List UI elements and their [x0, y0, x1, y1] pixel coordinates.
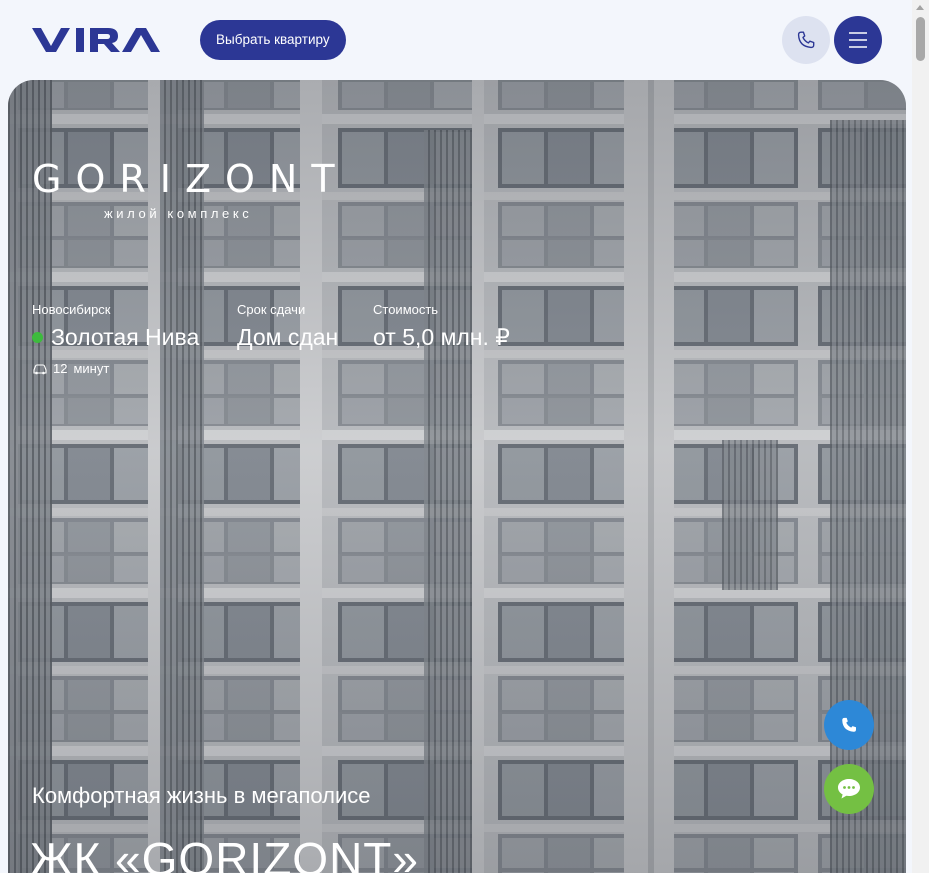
travel-time: 12 минут — [32, 361, 199, 376]
page-scrollbar[interactable] — [912, 0, 929, 873]
travel-time-unit: минут — [73, 361, 110, 376]
hero-banner: GORIZONT жилой комплекс Новосибирск Золо… — [8, 80, 906, 873]
scrollbar-thumb[interactable] — [916, 17, 925, 61]
gorizont-logo-wordmark: GORIZONT — [32, 158, 349, 198]
fact-label: Новосибирск — [32, 302, 111, 317]
hero-tagline: Комфортная жизнь в мегаполисе — [32, 783, 371, 808]
site-header: Выбрать квартиру — [0, 0, 912, 80]
hero-title: ЖК «GORIZONT» — [30, 833, 419, 873]
chat-icon — [838, 779, 860, 799]
gorizont-logo: GORIZONT — [32, 157, 352, 202]
hamburger-icon — [849, 32, 867, 48]
fact-completion: Срок сдачи Дом сдан — [237, 302, 338, 351]
phone-icon — [797, 31, 815, 49]
fact-price: Стоимость от 5,0 млн. ₽ — [373, 302, 510, 351]
metro-dot-icon — [32, 332, 43, 343]
car-icon — [33, 363, 47, 374]
callback-widget-button[interactable] — [824, 700, 874, 750]
fact-label: Стоимость — [373, 302, 439, 317]
phone-icon — [842, 717, 856, 732]
scroll-up-arrow-icon[interactable] — [916, 5, 924, 10]
fact-value: Золотая Нива — [32, 324, 199, 351]
phone-button[interactable] — [782, 16, 830, 64]
metro-station-name: Золотая Нива — [51, 324, 200, 350]
travel-time-number: 12 — [53, 361, 68, 376]
fact-value: от 5,0 млн. ₽ — [373, 324, 510, 350]
vira-logo[interactable] — [32, 27, 162, 53]
choose-apartment-button[interactable]: Выбрать квартиру — [200, 20, 346, 60]
menu-button[interactable] — [834, 16, 882, 64]
chat-widget-button[interactable] — [824, 764, 874, 814]
fact-location: Новосибирск Золотая Нива 12 минут — [32, 302, 199, 376]
fact-label: Срок сдачи — [237, 302, 306, 317]
brand-subtitle: жилой комплекс — [104, 206, 253, 221]
fact-value: Дом сдан — [237, 324, 339, 350]
